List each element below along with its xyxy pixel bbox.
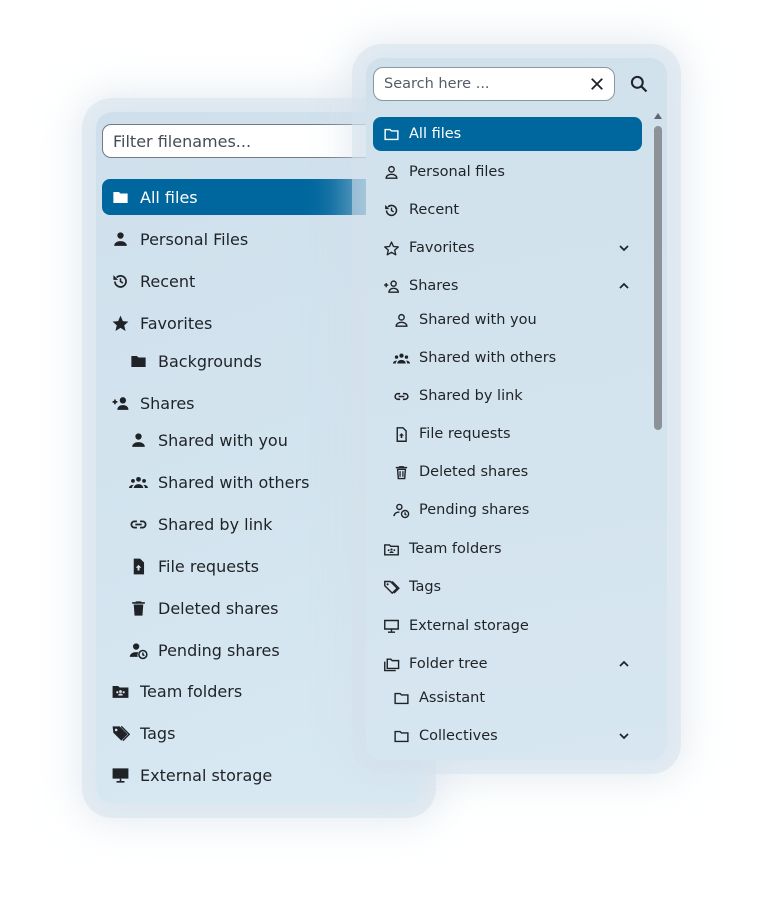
person-outline-icon xyxy=(392,311,410,329)
chevron-up-icon[interactable] xyxy=(616,656,632,672)
scrollbar-thumb[interactable] xyxy=(654,126,662,430)
nav-item-file-requests[interactable]: File requests xyxy=(373,417,642,451)
share-person-outline-icon xyxy=(382,277,400,295)
trash-icon xyxy=(128,598,148,618)
nav-item-label: External storage xyxy=(409,618,529,634)
new-navigation-panel: Search here ... All files Personal files… xyxy=(366,58,667,760)
nav-item-label: Pending shares xyxy=(419,502,530,518)
file-upload-outline-icon xyxy=(392,425,410,443)
group-icon xyxy=(392,349,410,367)
nav-item-label: Recent xyxy=(140,271,196,291)
nav-item-folder-tree[interactable]: Folder tree xyxy=(373,647,642,681)
nav-item-label: Recent xyxy=(409,202,460,218)
pending-person-icon xyxy=(128,640,148,660)
link-icon xyxy=(392,387,410,405)
monitor-icon xyxy=(110,765,130,785)
nav-item-label: Shares xyxy=(140,393,195,413)
screenshot-stage: Filter filenames... All files Personal F… xyxy=(0,0,768,902)
nav-item-shared-by-link[interactable]: Shared by link xyxy=(373,379,642,413)
nav-item-label: Deleted shares xyxy=(158,598,279,618)
search-placeholder: Search here ... xyxy=(384,76,490,92)
pending-person-outline-icon xyxy=(392,501,410,519)
nav-item-label: Shared by link xyxy=(158,514,273,534)
history-icon xyxy=(110,271,130,291)
nav-item-label: Tags xyxy=(409,579,442,595)
nav-item-team-folders[interactable]: Team folders xyxy=(373,532,642,566)
folder-outline-icon xyxy=(392,727,410,745)
tag-outline-icon xyxy=(382,578,400,596)
nav-item-tags[interactable]: Tags xyxy=(373,570,642,604)
nav-item-label: File requests xyxy=(419,426,511,442)
nav-item-label: All files xyxy=(140,187,198,207)
nav-item-label: Favorites xyxy=(409,240,475,256)
filter-filenames-input[interactable]: Filter filenames... xyxy=(102,124,402,158)
nav-item-label: File requests xyxy=(158,556,260,576)
nav-item-label: All files xyxy=(409,126,462,142)
folder-outline-icon xyxy=(392,689,410,707)
chevron-down-icon[interactable] xyxy=(616,728,632,744)
nav-item-shares[interactable]: Shares xyxy=(373,269,642,303)
share-person-icon xyxy=(110,393,130,413)
nav-item-label: Assistant xyxy=(419,690,486,706)
chevron-down-icon[interactable] xyxy=(616,240,632,256)
nav-item-collectives[interactable]: Collectives xyxy=(373,719,642,753)
folder-icon xyxy=(128,351,148,371)
nav-item-label: Collectives xyxy=(419,728,498,744)
nav-item-label: Shared with you xyxy=(158,430,288,450)
star-outline-icon xyxy=(382,239,400,257)
chevron-up-icon[interactable] xyxy=(616,278,632,294)
nav-item-label: Shared with you xyxy=(419,312,537,328)
nav-item-label: Favorites xyxy=(140,313,213,333)
nav-item-deleted-shares[interactable]: Deleted shares xyxy=(373,455,642,489)
team-folder-outline-icon xyxy=(382,540,400,558)
link-icon xyxy=(128,514,148,534)
search-icon[interactable] xyxy=(629,74,649,94)
close-icon[interactable] xyxy=(588,75,606,93)
folder-icon xyxy=(110,187,130,207)
nav-item-assistant[interactable]: Assistant xyxy=(373,681,642,715)
nav-item-label: External storage xyxy=(140,765,273,785)
tag-icon xyxy=(110,723,130,743)
search-input[interactable]: Search here ... xyxy=(373,67,615,101)
nav-item-label: Tags xyxy=(140,723,176,743)
nav-item-label: Pending shares xyxy=(158,640,280,660)
team-folder-icon xyxy=(110,681,130,701)
nav-item-label: Shares xyxy=(409,278,459,294)
nav-item-label: Folder tree xyxy=(409,656,488,672)
nav-item-recent[interactable]: Recent xyxy=(373,193,642,227)
nav-item-label: Team folders xyxy=(140,681,243,701)
nav-item-personal-files[interactable]: Personal files xyxy=(373,155,642,189)
history-icon xyxy=(382,201,400,219)
person-icon xyxy=(128,430,148,450)
nav-item-pending-shares[interactable]: Pending shares xyxy=(373,493,642,527)
nav-item-label: Deleted shares xyxy=(419,464,529,480)
trash-outline-icon xyxy=(392,463,410,481)
folder-multiple-outline-icon xyxy=(382,655,400,673)
nav-item-shared-with-you[interactable]: Shared with you xyxy=(373,303,642,337)
nav-item-external-storage[interactable]: External storage xyxy=(102,757,422,793)
person-icon xyxy=(110,229,130,249)
nav-item-external-storage[interactable]: External storage xyxy=(373,609,642,643)
nav-item-favorites[interactable]: Favorites xyxy=(373,231,642,265)
monitor-outline-icon xyxy=(382,617,400,635)
nav-item-label: Team folders xyxy=(409,541,502,557)
folder-outline-icon xyxy=(382,125,400,143)
star-icon xyxy=(110,313,130,333)
scrollbar-up-arrow[interactable] xyxy=(654,113,662,119)
nav-item-label: Shared with others xyxy=(419,350,557,366)
group-icon xyxy=(128,472,148,492)
person-outline-icon xyxy=(382,163,400,181)
nav-item-label: Backgrounds xyxy=(158,351,262,371)
nav-item-all-files[interactable]: All files xyxy=(373,117,642,151)
nav-item-shared-with-others[interactable]: Shared with others xyxy=(373,341,642,375)
nav-item-label: Shared with others xyxy=(158,472,310,492)
nav-item-label: Shared by link xyxy=(419,388,523,404)
nav-item-label: Personal Files xyxy=(140,229,249,249)
nav-item-label: Personal files xyxy=(409,164,505,180)
file-upload-icon xyxy=(128,556,148,576)
